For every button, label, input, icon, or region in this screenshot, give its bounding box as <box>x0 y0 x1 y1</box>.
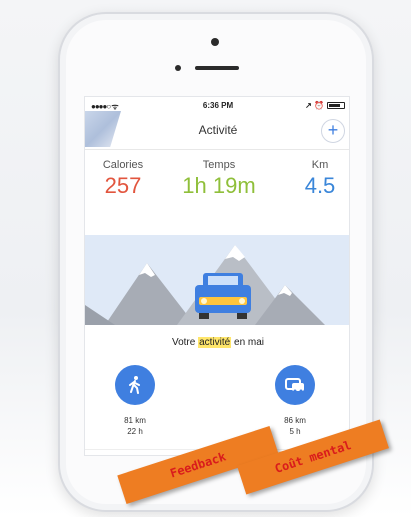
driving-duration: 5 h <box>289 427 301 436</box>
car-icon <box>285 378 304 393</box>
app-screen: ●●●●○ ᯤ 6:36 PM ↗ ⏰ Activité + Calories … <box>84 96 350 456</box>
walking-distance: 81 km <box>124 416 146 425</box>
stat-label: Temps <box>202 159 236 171</box>
driving-distance: 86 km <box>284 416 306 425</box>
add-activity-button[interactable]: + <box>321 119 345 143</box>
walking-stats: 81 km 22 h <box>105 415 165 437</box>
location-alarm-icon: ↗ ⏰ <box>305 101 324 110</box>
front-camera <box>175 65 181 71</box>
status-bar: ●●●●○ ᯤ 6:36 PM ↗ ⏰ <box>85 97 349 113</box>
stat-temps[interactable]: Temps 1h 19m <box>173 159 265 199</box>
driving-stats: 86 km 5 h <box>265 415 325 437</box>
summary-suffix: en mai <box>231 337 265 348</box>
summary-highlight: activité <box>198 337 232 348</box>
stat-label: Calories <box>102 159 144 171</box>
stat-value: 257 <box>104 173 142 198</box>
stat-label: Km <box>311 159 329 171</box>
walking-activity-button[interactable] <box>115 365 155 405</box>
battery-icon <box>327 102 345 109</box>
driving-activity-button[interactable] <box>275 365 315 405</box>
page-title: Activité <box>198 123 238 137</box>
walking-person-icon <box>129 376 140 394</box>
stat-calories[interactable]: Calories 257 <box>93 159 153 199</box>
stat-value: 4.5 <box>304 173 336 198</box>
illustration-graphic <box>85 245 325 325</box>
walking-duration: 22 h <box>127 427 143 436</box>
stat-km[interactable]: Km 4.5 <box>295 159 345 199</box>
mountain-car-illustration <box>85 235 349 325</box>
stat-value: 1h 19m <box>182 173 256 198</box>
front-sensor <box>211 38 219 46</box>
earpiece-speaker <box>195 66 239 70</box>
header-divider <box>85 149 349 150</box>
summary-prefix: Votre <box>171 337 199 348</box>
monthly-summary-heading: Votre activité en mai <box>85 337 349 348</box>
status-indicators: ↗ ⏰ <box>305 101 345 110</box>
